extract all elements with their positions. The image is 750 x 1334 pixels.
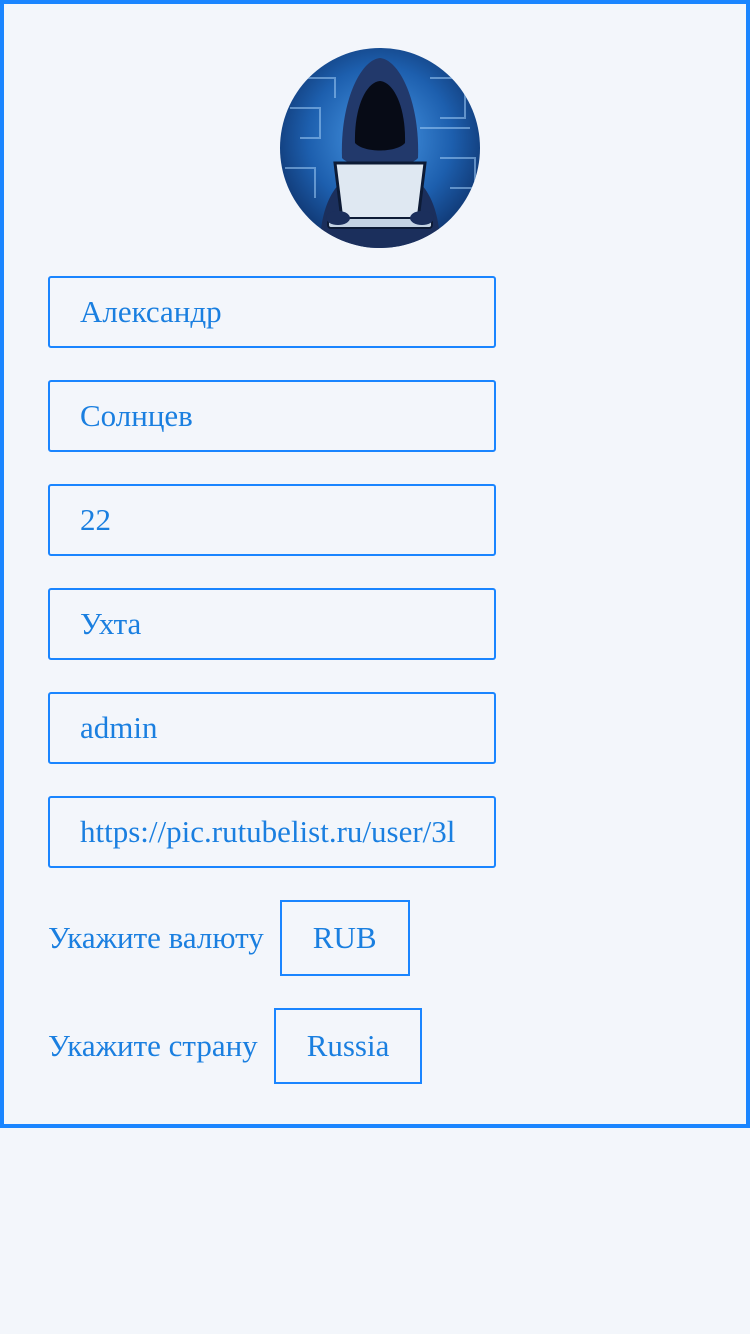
first-name-field[interactable]: Александр: [48, 276, 496, 348]
last-name-field[interactable]: Солнцев: [48, 380, 496, 452]
city-field[interactable]: Ухта: [48, 588, 496, 660]
avatar[interactable]: [280, 48, 480, 248]
country-label: Укажите страну: [48, 1028, 258, 1063]
hacker-avatar-icon: [280, 48, 480, 248]
role-field[interactable]: admin: [48, 692, 496, 764]
avatar-url-field[interactable]: https://pic.rutubelist.ru/user/3l: [48, 796, 496, 868]
profile-form-panel: Александр Солнцев 22 Ухта admin https://…: [0, 0, 750, 1128]
currency-select-button[interactable]: RUB: [279, 900, 410, 976]
currency-label: Укажите валюту: [48, 920, 264, 955]
country-select-button[interactable]: Russia: [273, 1008, 423, 1084]
currency-row: Укажите валюту RUB: [48, 900, 410, 976]
country-row: Укажите страну Russia: [48, 1008, 423, 1084]
age-field[interactable]: 22: [48, 484, 496, 556]
